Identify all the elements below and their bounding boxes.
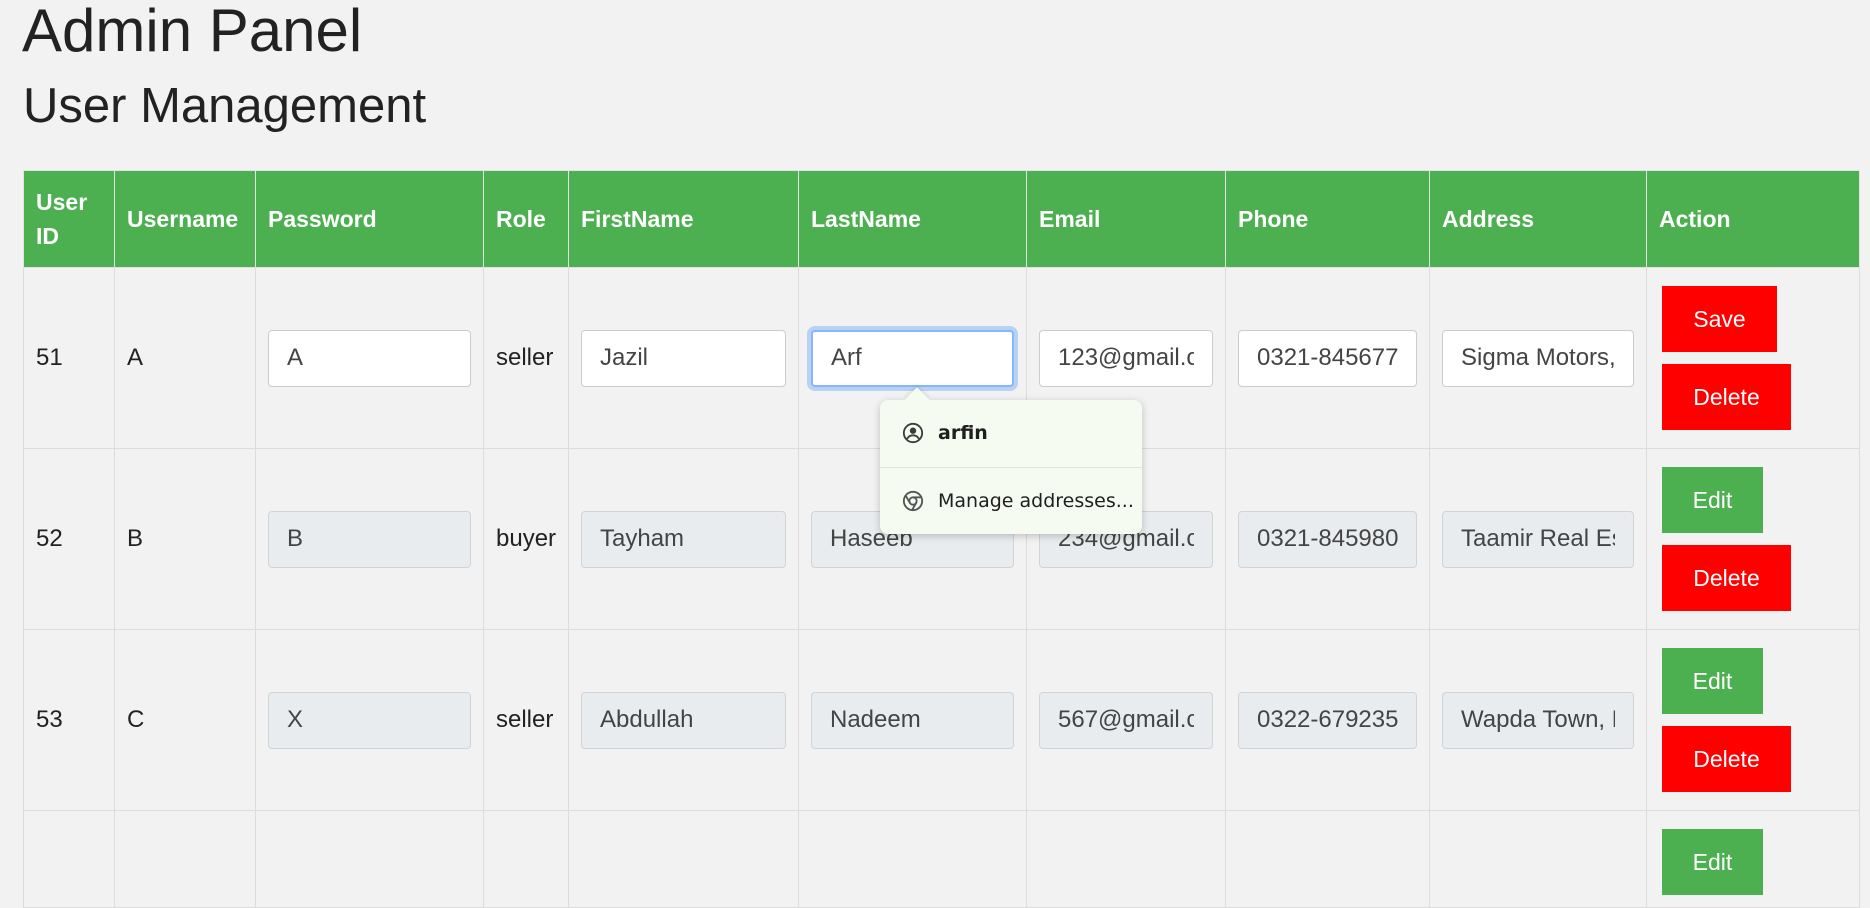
col-email: Email	[1026, 170, 1226, 268]
col-firstname: FirstName	[568, 170, 799, 268]
col-username: Username	[114, 170, 256, 268]
lastname-input	[811, 691, 1014, 749]
role-cell: seller	[483, 267, 569, 449]
col-address: Address	[1429, 170, 1647, 268]
chrome-icon	[902, 490, 924, 512]
user-id-cell: 53	[23, 629, 115, 811]
edit-button[interactable]: Edit	[1662, 467, 1763, 533]
delete-button[interactable]: Delete	[1662, 364, 1791, 430]
section-title: User Management	[23, 79, 427, 133]
edit-button[interactable]: Edit	[1662, 829, 1763, 895]
page-title: Admin Panel	[22, 0, 363, 64]
address-input	[1442, 691, 1634, 749]
firstname-input	[581, 510, 786, 568]
col-lastname: LastName	[798, 170, 1027, 268]
autofill-dropdown: arfin Manage addresses...	[880, 400, 1142, 534]
person-circle-icon	[902, 422, 924, 444]
user-id-cell: 51	[23, 267, 115, 449]
role-cell: seller	[483, 629, 569, 811]
firstname-input	[581, 691, 786, 749]
autofill-suggestion[interactable]: arfin	[880, 400, 1142, 466]
password-input	[268, 691, 471, 749]
email-input	[1039, 691, 1213, 749]
phone-input	[1238, 510, 1417, 568]
address-input[interactable]	[1442, 329, 1634, 387]
delete-button[interactable]: Delete	[1662, 726, 1791, 792]
phone-input[interactable]	[1238, 329, 1417, 387]
col-phone: Phone	[1225, 170, 1430, 268]
user-id-cell: 52	[23, 448, 115, 630]
password-input	[268, 510, 471, 568]
table-row: Edit	[23, 810, 1860, 908]
col-password: Password	[255, 170, 484, 268]
autofill-suggestion-label: arfin	[938, 422, 988, 444]
username-cell: C	[114, 629, 256, 811]
users-table: User ID Username Password Role FirstName…	[23, 170, 1860, 908]
lastname-input[interactable]	[811, 329, 1014, 387]
address-input	[1442, 510, 1634, 568]
col-role: Role	[483, 170, 569, 268]
table-row: 53 C seller Edit Delete	[23, 629, 1860, 811]
manage-addresses-label: Manage addresses...	[938, 490, 1134, 512]
firstname-input[interactable]	[581, 329, 786, 387]
role-cell: buyer	[483, 448, 569, 630]
phone-input	[1238, 691, 1417, 749]
username-cell: B	[114, 448, 256, 630]
edit-button[interactable]: Edit	[1662, 648, 1763, 714]
email-input[interactable]	[1039, 329, 1213, 387]
manage-addresses-item[interactable]: Manage addresses...	[880, 468, 1142, 534]
col-action: Action	[1646, 170, 1860, 268]
table-header-row: User ID Username Password Role FirstName…	[23, 170, 1860, 268]
col-user-id: User ID	[23, 170, 115, 268]
password-input[interactable]	[268, 329, 471, 387]
delete-button[interactable]: Delete	[1662, 545, 1791, 611]
username-cell: A	[114, 267, 256, 449]
save-button[interactable]: Save	[1662, 286, 1777, 352]
